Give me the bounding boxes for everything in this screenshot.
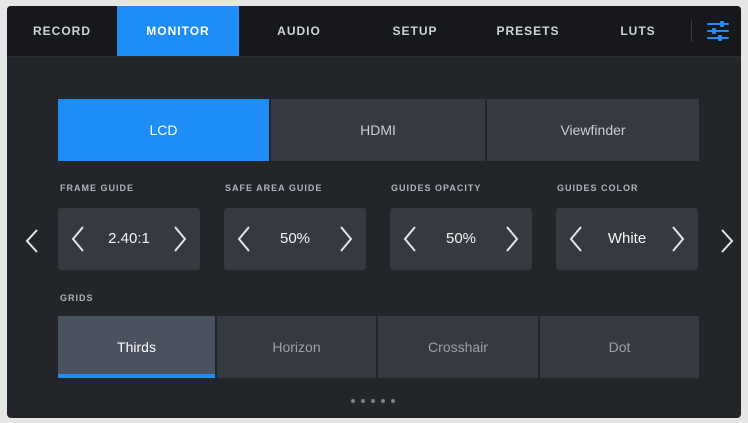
grid-thirds-label: Thirds	[117, 339, 156, 355]
chevron-left-icon[interactable]	[234, 224, 254, 254]
page-dot[interactable]	[391, 399, 395, 403]
selected-indicator	[58, 374, 215, 378]
guides-opacity-label: GUIDES OPACITY	[391, 183, 482, 193]
frame-guide-label: FRAME GUIDE	[60, 183, 134, 193]
grid-horizon-button[interactable]: Horizon	[217, 316, 376, 378]
output-viewfinder-button[interactable]: Viewfinder	[487, 99, 699, 161]
chevron-right-icon[interactable]	[170, 224, 190, 254]
guides-color-value: White	[607, 230, 647, 247]
tab-monitor[interactable]: MONITOR	[117, 6, 239, 56]
menu-tab-bar: RECORD MONITOR AUDIO SETUP PRESETS LUTS	[7, 6, 741, 57]
guides-color-label: GUIDES COLOR	[557, 183, 639, 193]
tab-setup[interactable]: SETUP	[359, 6, 471, 56]
chevron-left-icon[interactable]	[68, 224, 88, 254]
page-dot[interactable]	[351, 399, 355, 403]
previous-page-arrow-icon[interactable]	[25, 228, 39, 254]
next-page-arrow-icon[interactable]	[720, 228, 734, 254]
output-hdmi-button[interactable]: HDMI	[271, 99, 485, 161]
page-dot[interactable]	[361, 399, 365, 403]
grids-label: GRIDS	[60, 293, 94, 303]
grid-thirds-button[interactable]: Thirds	[58, 316, 215, 378]
tab-luts[interactable]: LUTS	[585, 6, 691, 56]
frame-guide-value: 2.40:1	[108, 230, 150, 247]
sliders-icon[interactable]	[706, 20, 730, 42]
frame-guide-stepper: 2.40:1	[58, 208, 200, 270]
chevron-right-icon[interactable]	[336, 224, 356, 254]
page-indicator	[347, 399, 407, 405]
grid-crosshair-button[interactable]: Crosshair	[378, 316, 538, 378]
chevron-left-icon[interactable]	[566, 224, 586, 254]
page-dot[interactable]	[381, 399, 385, 403]
safe-area-guide-value: 50%	[279, 230, 311, 247]
tab-audio[interactable]: AUDIO	[239, 6, 359, 56]
page-dot[interactable]	[371, 399, 375, 403]
tab-record[interactable]: RECORD	[7, 6, 117, 56]
guides-opacity-value: 50%	[445, 230, 477, 247]
chevron-right-icon[interactable]	[668, 224, 688, 254]
output-lcd-button[interactable]: LCD	[58, 99, 269, 161]
chevron-right-icon[interactable]	[502, 224, 522, 254]
safe-area-guide-stepper: 50%	[224, 208, 366, 270]
camera-screen: RECORD MONITOR AUDIO SETUP PRESETS LUTS …	[7, 6, 741, 418]
tab-presets[interactable]: PRESETS	[471, 6, 585, 56]
guides-opacity-stepper: 50%	[390, 208, 532, 270]
chevron-left-icon[interactable]	[400, 224, 420, 254]
tab-divider	[691, 20, 692, 42]
safe-area-guide-label: SAFE AREA GUIDE	[225, 183, 323, 193]
grid-dot-button[interactable]: Dot	[540, 316, 699, 378]
guides-color-stepper: White	[556, 208, 698, 270]
